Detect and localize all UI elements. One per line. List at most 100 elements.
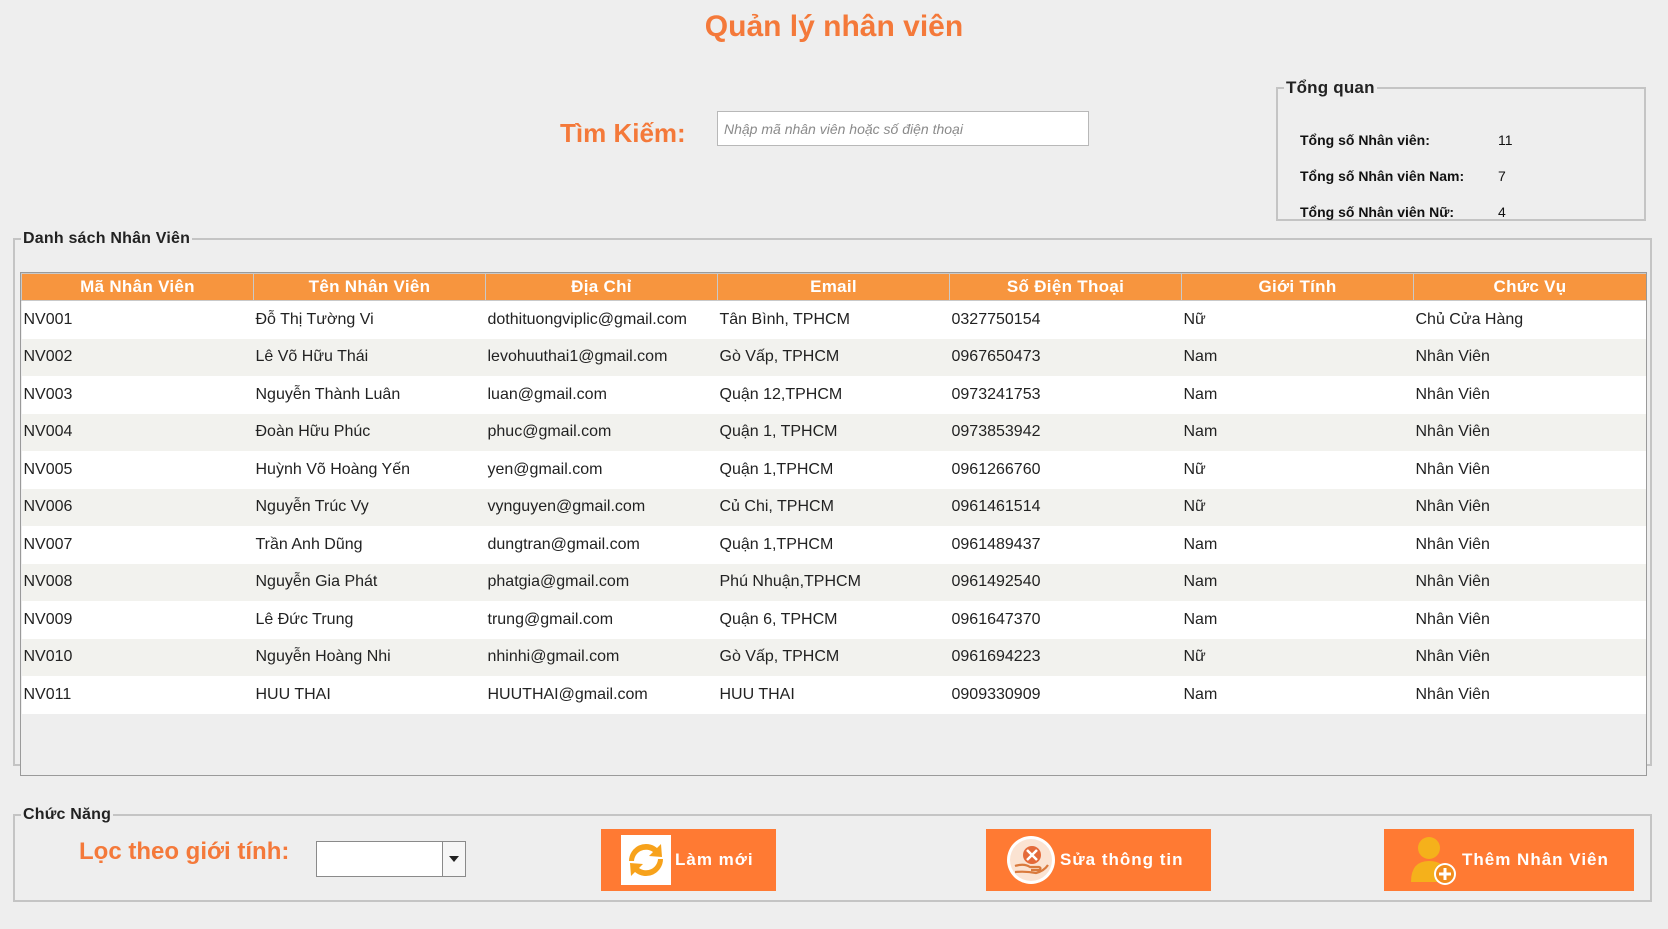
table-row[interactable]: NV008 Nguyễn Gia Phát phatgia@gmail.com Phú…: [21, 563, 1646, 601]
table-cell: phatgia@gmail.com: [485, 563, 718, 601]
table-cell: Lê Đức Trung: [253, 601, 486, 639]
employee-list-panel: Danh sách Nhân Viên Mã Nhân Viên Tên Nhâ…: [13, 230, 1652, 776]
chevron-down-icon[interactable]: [442, 842, 465, 876]
table-cell: Quận 1,TPHCM: [717, 451, 950, 489]
column-header[interactable]: Chức Vụ: [1413, 273, 1646, 301]
table-row[interactable]: NV003 Nguyễn Thành Luân luan@gmail.com Quận…: [21, 376, 1646, 414]
table-cell: Củ Chi, TPHCM: [717, 488, 950, 526]
add-employee-button[interactable]: Thêm Nhân Viên: [1384, 829, 1634, 891]
table-row[interactable]: NV010 Nguyễn Hoàng Nhi nhinhi@gmail.com Gò …: [21, 638, 1646, 676]
table-cell: Nhân Viên: [1413, 488, 1646, 526]
table-cell: Nam: [1181, 601, 1414, 639]
total-employees-value: 11: [1498, 132, 1513, 148]
table-cell: Nam: [1181, 676, 1414, 714]
gender-filter-label: Lọc theo giới tính:: [79, 838, 290, 865]
refresh-icon: [621, 835, 671, 885]
total-female-label: Tổng số Nhân viên Nữ:: [1300, 204, 1455, 220]
table-cell: Nhân Viên: [1413, 601, 1646, 639]
table-row[interactable]: NV006 Nguyễn Trúc Vy vynguyen@gmail.com Củ …: [21, 488, 1646, 526]
search-label: Tìm Kiếm:: [560, 118, 686, 148]
table-row[interactable]: NV002 Lê Võ Hữu Thái levohuuthai1@gmail.co…: [21, 338, 1646, 376]
table-row[interactable]: NV007 Trần Anh Dũng dungtran@gmail.com Quận…: [21, 526, 1646, 564]
table-cell: Nhân Viên: [1413, 526, 1646, 564]
table-cell: NV007: [21, 526, 254, 564]
table-cell: Nhân Viên: [1413, 563, 1646, 601]
table-cell: Lê Võ Hữu Thái: [253, 338, 486, 376]
table-cell: 0961694223: [949, 638, 1182, 676]
total-male-value: 7: [1498, 168, 1506, 184]
table-cell: phuc@gmail.com: [485, 413, 718, 451]
table-cell: Nhân Viên: [1413, 676, 1646, 714]
table-cell: Chủ Cửa Hàng: [1413, 300, 1646, 339]
table-row[interactable]: NV009 Lê Đức Trung trung@gmail.com Quận 6, …: [21, 601, 1646, 639]
table-cell: HUU THAI: [717, 676, 950, 714]
table-cell: Quận 6, TPHCM: [717, 601, 950, 639]
table-cell: Trần Anh Dũng: [253, 526, 486, 564]
column-header[interactable]: Tên Nhân Viên: [253, 273, 486, 301]
table-cell: NV006: [21, 488, 254, 526]
table-cell: NV009: [21, 601, 254, 639]
table-cell: 0961489437: [949, 526, 1182, 564]
table-cell: vynguyen@gmail.com: [485, 488, 718, 526]
table-cell: NV005: [21, 451, 254, 489]
search-input[interactable]: [717, 111, 1089, 146]
table-cell: Nam: [1181, 526, 1414, 564]
refresh-button-label: Làm mới: [675, 850, 754, 869]
employee-list-legend: Danh sách Nhân Viên: [23, 230, 191, 247]
table-cell: NV002: [21, 338, 254, 376]
table-cell: Nữ: [1181, 300, 1414, 339]
table-cell: Nam: [1181, 563, 1414, 601]
table-cell: Huỳnh Võ Hoàng Yến: [253, 451, 486, 489]
table-row[interactable]: NV011 HUU THAI HUUTHAI@gmail.com HUU THAI 09…: [21, 676, 1646, 714]
table-row[interactable]: NV005 Huỳnh Võ Hoàng Yến yen@gmail.com Quận…: [21, 451, 1646, 489]
edit-info-icon: [1007, 836, 1055, 884]
table-cell: Quận 1, TPHCM: [717, 413, 950, 451]
table-cell: Đoàn Hữu Phúc: [253, 413, 486, 451]
column-header[interactable]: Email: [717, 273, 950, 301]
table-cell: Gò Vấp, TPHCM: [717, 638, 950, 676]
column-header[interactable]: Mã Nhân Viên: [21, 273, 254, 301]
table-cell: Nguyễn Hoàng Nhi: [253, 638, 486, 676]
table-cell: Quận 1,TPHCM: [717, 526, 950, 564]
table-cell: HUUTHAI@gmail.com: [485, 676, 718, 714]
table-row[interactable]: NV001 Đỗ Thị Tường Vi dothituongviplic@gma…: [21, 300, 1646, 339]
table-cell: Nhân Viên: [1413, 413, 1646, 451]
gender-filter-select[interactable]: [316, 841, 466, 877]
table-cell: Nam: [1181, 413, 1414, 451]
table-row[interactable]: NV004 Đoàn Hữu Phúc phuc@gmail.com Quận 1, …: [21, 413, 1646, 451]
table-cell: levohuuthai1@gmail.com: [485, 338, 718, 376]
table-cell: 0961492540: [949, 563, 1182, 601]
employee-table-body: NV001 Đỗ Thị Tường Vi dothituongviplic@gma…: [21, 300, 1646, 714]
table-cell: 0973241753: [949, 376, 1182, 414]
table-cell: NV001: [21, 300, 254, 339]
table-cell: dungtran@gmail.com: [485, 526, 718, 564]
column-header[interactable]: Số Điện Thoại: [949, 273, 1182, 301]
table-cell: 0961647370: [949, 601, 1182, 639]
overview-panel: Tổng quan Tổng số Nhân viên: 11 Tổng số …: [1276, 78, 1646, 221]
add-user-icon: [1411, 837, 1456, 885]
table-cell: Nam: [1181, 338, 1414, 376]
table-cell: dothituongviplic@gmail.com: [485, 300, 718, 339]
add-employee-button-label: Thêm Nhân Viên: [1462, 850, 1609, 869]
refresh-button[interactable]: Làm mới: [601, 829, 776, 891]
table-cell: Nam: [1181, 376, 1414, 414]
table-cell: 0973853942: [949, 413, 1182, 451]
overview-legend: Tổng quan: [1286, 78, 1375, 97]
column-header[interactable]: Giới Tính: [1181, 273, 1414, 301]
employee-table-container[interactable]: Mã Nhân Viên Tên Nhân Viên Địa Chỉ Email…: [20, 272, 1647, 776]
table-cell: NV010: [21, 638, 254, 676]
page-title: Quản lý nhân viên: [704, 10, 964, 43]
edit-info-button[interactable]: Sửa thông tin: [986, 829, 1211, 891]
table-cell: Phú Nhuận,TPHCM: [717, 563, 950, 601]
table-cell: Nữ: [1181, 638, 1414, 676]
table-cell: NV003: [21, 376, 254, 414]
table-cell: Quận 12,TPHCM: [717, 376, 950, 414]
functions-legend: Chức Năng: [23, 806, 112, 823]
table-header-row: Mã Nhân Viên Tên Nhân Viên Địa Chỉ Email…: [21, 273, 1646, 301]
column-header[interactable]: Địa Chỉ: [485, 273, 718, 301]
table-cell: Nhân Viên: [1413, 451, 1646, 489]
employee-table: Mã Nhân Viên Tên Nhân Viên Địa Chỉ Email…: [21, 273, 1646, 714]
table-cell: Nữ: [1181, 451, 1414, 489]
total-male-label: Tổng số Nhân viên Nam:: [1300, 168, 1465, 184]
total-employees-label: Tổng số Nhân viên:: [1300, 132, 1430, 148]
